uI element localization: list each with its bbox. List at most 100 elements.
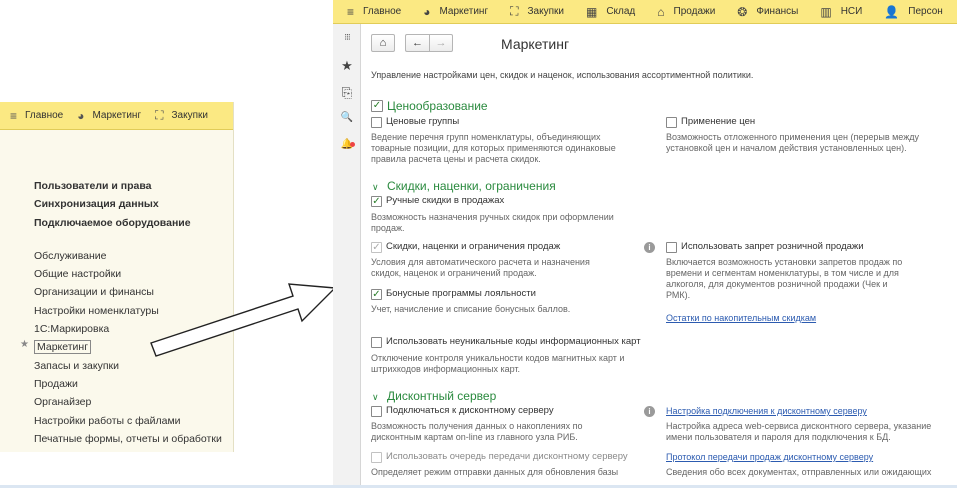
- marketing-icon: ◕: [77, 108, 85, 123]
- bonus-programs-desc: Учет, начисление и списание бонусных бал…: [371, 304, 571, 314]
- price-groups-desc-1: Ведение перечня групп номенклатуры, объе…: [371, 132, 601, 142]
- price-apply-checkbox[interactable]: [666, 117, 677, 128]
- retail-ban-desc-4: РМК).: [666, 290, 691, 300]
- tab-purchases[interactable]: ⛶ Закупки: [510, 4, 564, 19]
- bonus-programs-label: Бонусные программы лояльности: [386, 288, 536, 299]
- manual-discounts-checkbox[interactable]: ✓: [371, 196, 382, 207]
- notification-dot: [350, 142, 355, 147]
- menu-item-sync[interactable]: Синхронизация данных: [34, 195, 222, 213]
- nonunique-codes-label: Использовать неуникальные коды информаци…: [386, 336, 641, 347]
- connect-server-label: Подключаться к дисконтному серверу: [386, 405, 554, 416]
- pricing-checkbox[interactable]: ✓: [371, 100, 383, 112]
- connect-server-desc-2: дисконтным картам on-line из главного уз…: [371, 432, 578, 442]
- bell-icon[interactable]: 🔔: [333, 139, 361, 150]
- menu-icon: ≡: [347, 4, 355, 19]
- purchases-icon: ⛶: [155, 108, 164, 122]
- apps-grid-icon[interactable]: ⁝⁝⁝: [333, 32, 361, 43]
- menu-item-files[interactable]: Настройки работы с файлами: [34, 412, 222, 430]
- left-section-bar: ≡ Главное ◕ Маркетинг ⛶ Закупки: [0, 102, 233, 130]
- home-button[interactable]: ⌂: [371, 34, 395, 52]
- forward-button[interactable]: →: [429, 34, 453, 52]
- finance-icon: ❂: [737, 4, 748, 19]
- retail-ban-desc-1: Включается возможность установки запрето…: [666, 257, 903, 267]
- warehouse-icon: ▦: [585, 4, 598, 19]
- menu-item-equipment[interactable]: Подключаемое оборудование: [34, 214, 222, 232]
- tab-main[interactable]: ≡ Главное: [347, 5, 401, 19]
- section-discounts[interactable]: Скидки, наценки, ограничения: [387, 179, 556, 193]
- manual-discounts-label: Ручные скидки в продажах: [386, 195, 505, 206]
- back-arrow-icon: ←: [412, 37, 423, 49]
- protocol-link[interactable]: Протокол передачи продаж дисконтному сер…: [666, 452, 873, 462]
- person-icon: 👤: [884, 4, 900, 19]
- server-settings-link[interactable]: Настройка подключения к дисконтному серв…: [666, 406, 867, 416]
- tab-sales[interactable]: ⌂ Продажи: [657, 5, 715, 19]
- marketing-settings-window: ≡ Главное ◕ Маркетинг ⛶ Закупки ▦ Склад ⌂ Про…: [333, 0, 957, 488]
- price-apply-desc-2: установкой цен и началом действия устано…: [666, 143, 907, 153]
- retail-ban-desc-3: алкоголя, для документов розничной прода…: [666, 279, 888, 289]
- retail-ban-desc-2: времени и сегментам номенклатуры, в том …: [666, 268, 899, 278]
- menu-icon: ≡: [10, 108, 18, 123]
- connect-server-desc-1: Возможность получения данных о накоплени…: [371, 421, 583, 431]
- nonunique-codes-checkbox[interactable]: [371, 337, 382, 348]
- nonunique-codes-desc-1: Отключение контроля уникальности кодов м…: [371, 353, 625, 363]
- tab-warehouse[interactable]: ▦ Склад: [586, 5, 635, 19]
- menu-item-sales[interactable]: Продажи: [34, 375, 222, 393]
- section-discounts-chevron-icon[interactable]: ∨: [372, 182, 379, 193]
- menu-item-users[interactable]: Пользователи и права: [34, 177, 222, 195]
- use-queue-desc-1: Определяет режим отправки данных для обн…: [371, 467, 619, 477]
- menu-item-service[interactable]: Обслуживание: [34, 247, 222, 265]
- left-tab-purchases[interactable]: ⛶ Закупки: [155, 108, 208, 123]
- section-bar: ≡ Главное ◕ Маркетинг ⛶ Закупки ▦ Склад ⌂ Про…: [333, 0, 957, 24]
- nonunique-codes-desc-2: штрихкодов информационных карт.: [371, 364, 521, 374]
- tab-personnel[interactable]: 👤 Персон: [884, 5, 942, 19]
- price-groups-label: Ценовые группы: [386, 116, 460, 127]
- nsi-icon: ▥: [820, 4, 832, 19]
- history-icon[interactable]: ⎘: [333, 85, 361, 101]
- info-icon[interactable]: i: [644, 242, 655, 253]
- home-icon: ⌂: [379, 37, 387, 49]
- left-tab-main[interactable]: ≡ Главное: [10, 109, 63, 123]
- search-icon[interactable]: 🔍: [333, 112, 361, 123]
- section-discount-server[interactable]: Дисконтный сервер: [387, 389, 496, 403]
- marketing-icon: ◕: [423, 4, 431, 19]
- manual-discounts-desc-2: продаж.: [371, 223, 405, 233]
- price-groups-desc-2: товарные позиции, для которых применяютс…: [371, 143, 616, 153]
- server-settings-desc-1: Настройка адреса web-сервиса дисконтного…: [666, 421, 932, 431]
- purchases-icon: ⛶: [510, 4, 519, 18]
- price-apply-label: Применение цен: [681, 116, 756, 127]
- protocol-desc-1: Сведения обо всех документах, отправленн…: [666, 467, 932, 477]
- use-queue-checkbox[interactable]: [371, 452, 382, 463]
- manual-discounts-desc-1: Возможность назначения ручных скидок при…: [371, 212, 614, 222]
- nav-buttons: ⌂ ← →: [371, 34, 453, 52]
- cumulative-discounts-link[interactable]: Остатки по накопительным скидкам: [666, 313, 816, 323]
- retail-ban-label: Использовать запрет розничной продажи: [681, 241, 864, 252]
- menu-item-printforms[interactable]: Печатные формы, отчеты и обработки: [34, 430, 222, 448]
- section-server-chevron-icon[interactable]: ∨: [372, 392, 379, 403]
- section-pricing: Ценообразование: [387, 99, 488, 113]
- back-button[interactable]: ←: [405, 34, 429, 52]
- price-groups-checkbox[interactable]: [371, 117, 382, 128]
- page-description: Управление настройками цен, скидок и нац…: [371, 70, 754, 80]
- sales-icon: ⌂: [657, 4, 665, 19]
- bonus-programs-checkbox[interactable]: ✓: [371, 289, 382, 300]
- favorite-star-icon[interactable]: ★: [20, 339, 29, 350]
- info-icon-server[interactable]: i: [644, 406, 655, 417]
- form-content: ⌂ ← → Маркетинг Управление настройками ц…: [361, 24, 957, 488]
- tab-finance[interactable]: ❂ Финансы: [737, 5, 798, 19]
- price-apply-desc-1: Возможность отложенного применения цен (…: [666, 132, 919, 142]
- tab-nsi[interactable]: ▥ НСИ: [820, 5, 862, 19]
- auto-discounts-desc-2: скидок, наценок и ограничений продаж.: [371, 268, 537, 278]
- auto-discounts-checkbox[interactable]: ✓: [371, 242, 382, 253]
- left-tab-marketing[interactable]: ◕ Маркетинг: [77, 109, 141, 123]
- retail-ban-checkbox[interactable]: [666, 242, 677, 253]
- left-toolbar: ⁝⁝⁝ ★ ⎘ 🔍 🔔: [333, 24, 361, 488]
- pointer-arrow: [150, 283, 337, 357]
- use-queue-label: Использовать очередь передачи дисконтном…: [386, 451, 628, 462]
- connect-server-checkbox[interactable]: [371, 406, 382, 417]
- price-groups-desc-3: правила расчета цены и расчета скидок.: [371, 154, 541, 164]
- server-settings-desc-2: имени пользователя и пароля для подключе…: [666, 432, 891, 442]
- page-title: Маркетинг: [501, 36, 570, 52]
- menu-item-organizer[interactable]: Органайзер: [34, 393, 222, 411]
- tab-marketing[interactable]: ◕ Маркетинг: [423, 5, 488, 19]
- favorites-star-icon[interactable]: ★: [333, 58, 361, 74]
